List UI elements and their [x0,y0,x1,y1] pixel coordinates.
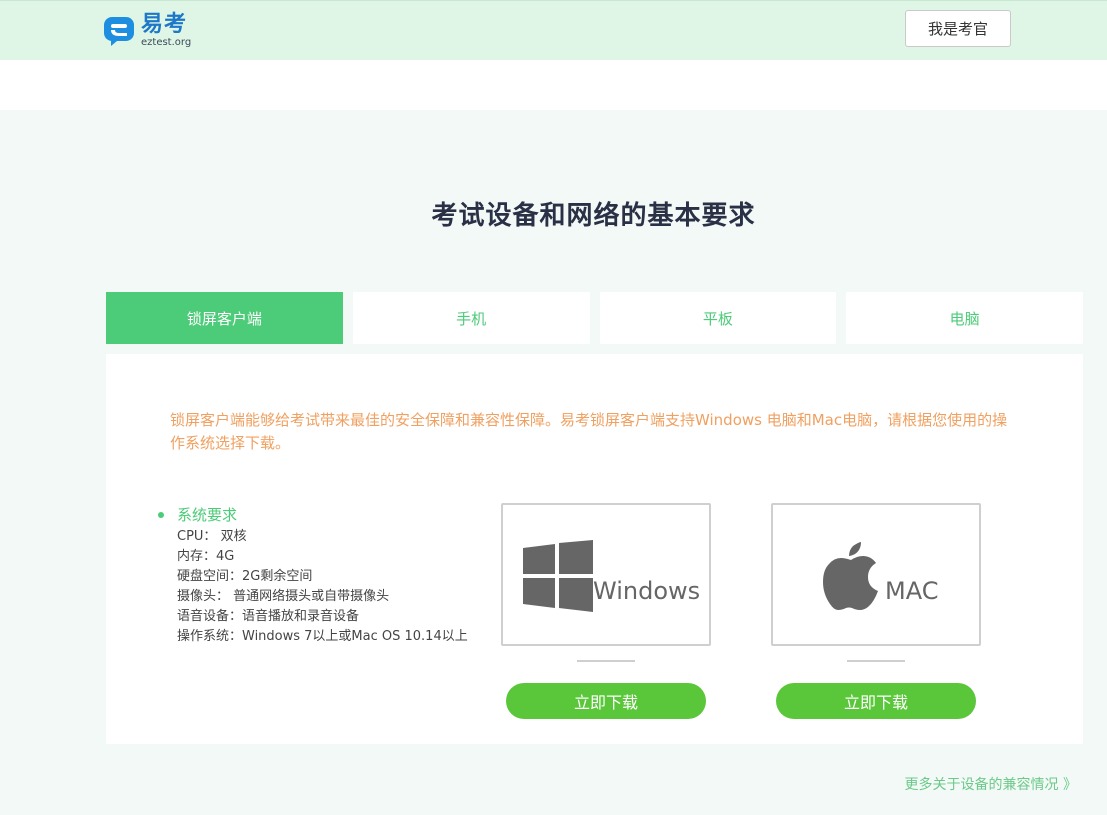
header-spacer-band [0,60,1107,110]
system-requirements: 系统要求 CPU： 双核 内存：4G 硬盘空间：2G剩余空间 摄像头： 普通网络… [158,504,488,647]
requirements-title: 系统要求 [177,506,238,524]
requirements-list: CPU： 双核 内存：4G 硬盘空间：2G剩余空间 摄像头： 普通网络摄头或自带… [177,527,488,647]
more-compatibility-link[interactable]: 更多关于设备的兼容情况 》 [905,774,1077,794]
windows-monitor-stand [577,660,635,662]
bullet-dot-icon [158,511,164,518]
windows-logo-icon [523,540,593,612]
requirement-os: 操作系统：Windows 7以上或Mac OS 10.14以上 [177,629,468,644]
examiner-button[interactable]: 我是考官 [905,10,1011,47]
windows-download-button[interactable]: 立即下载 [506,683,706,719]
tab-lock-client[interactable]: 锁屏客户端 [106,292,343,344]
windows-label: Windows [593,577,701,605]
windows-download-card: Windows [501,503,711,646]
mac-download-button[interactable]: 立即下载 [776,683,976,719]
page-title: 考试设备和网络的基本要求 [431,201,756,231]
logo-chinese-text: 易考 [141,12,188,37]
tab-computer[interactable]: 电脑 [846,292,1083,344]
top-header: 易考 eztest.org 我是考官 [0,0,1107,60]
client-description: 锁屏客户端能够给考试带来最佳的安全保障和兼容性保障。易考锁屏客户端支持Windo… [170,411,1008,452]
requirements-heading: 系统要求 [158,504,488,525]
requirement-camera: 摄像头： 普通网络摄头或自带摄像头 [177,589,390,604]
requirement-memory: 内存：4G [177,549,235,564]
logo-e-icon [104,17,134,46]
mac-label: MAC [885,577,939,605]
eztest-logo[interactable]: 易考 eztest.org [103,13,191,49]
requirement-audio: 语音设备：语音播放和录音设备 [177,609,360,624]
mac-monitor-stand [847,660,905,662]
mac-download-card: MAC [771,503,981,646]
tab-phone[interactable]: 手机 [352,292,590,344]
apple-logo-icon [823,542,878,610]
content-panel: 锁屏客户端能够给考试带来最佳的安全保障和兼容性保障。易考锁屏客户端支持Windo… [106,354,1083,744]
tab-tablet[interactable]: 平板 [599,292,837,344]
requirement-cpu: CPU： 双核 [177,529,247,544]
logo-domain-text: eztest.org [141,37,192,48]
requirement-disk: 硬盘空间：2G剩余空间 [177,569,313,584]
device-tabs: 锁屏客户端 手机 平板 电脑 [106,292,1083,344]
